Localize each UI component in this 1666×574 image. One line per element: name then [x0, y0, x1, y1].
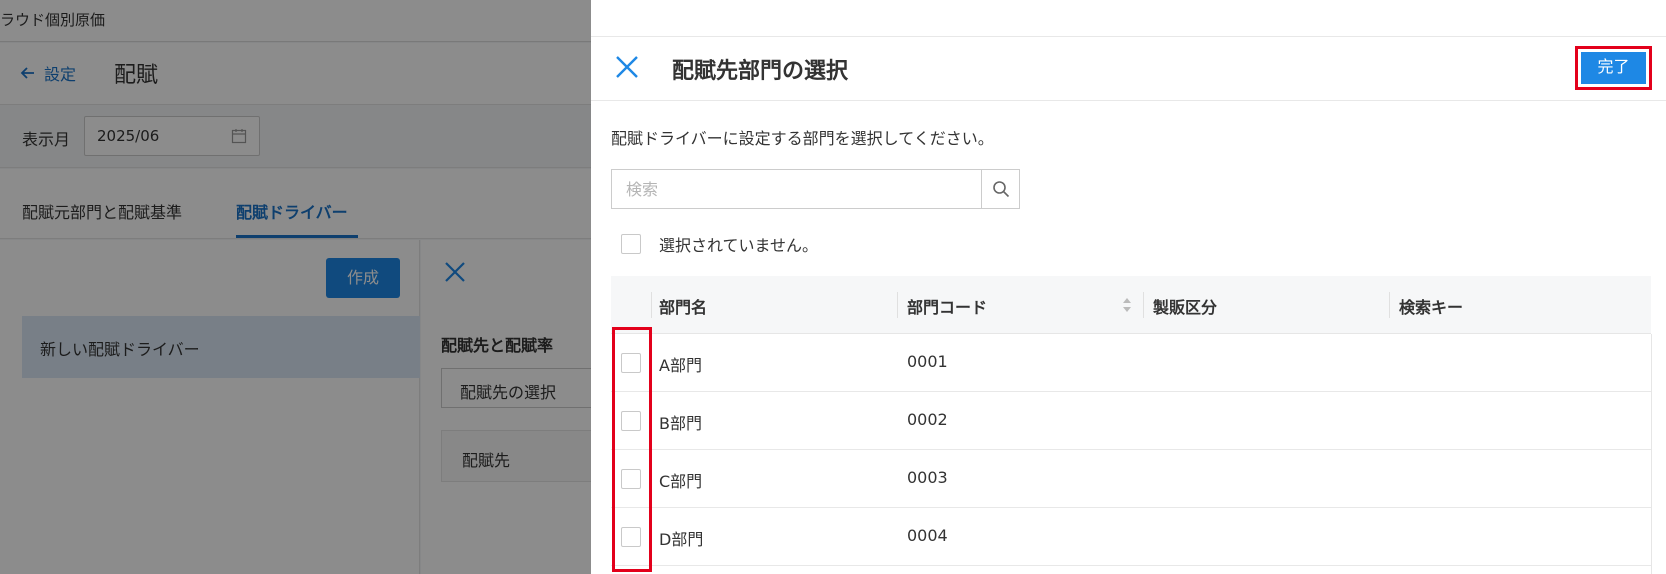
- close-icon[interactable]: [613, 53, 641, 81]
- search-icon: [992, 181, 1009, 198]
- department-code: 0003: [907, 468, 948, 487]
- column-separator: [897, 292, 898, 318]
- row-checkbox[interactable]: [621, 353, 641, 373]
- search-box: [611, 169, 1020, 209]
- sort-icon[interactable]: [1121, 296, 1133, 314]
- drawer-header: 配賦先部門の選択 完了: [591, 36, 1666, 101]
- table-right-border: [1651, 334, 1652, 574]
- done-button-highlight: 完了: [1575, 46, 1652, 90]
- column-separator: [1143, 292, 1144, 318]
- row-checkbox[interactable]: [621, 411, 641, 431]
- department-name: D部門: [659, 530, 704, 549]
- department-name: A部門: [659, 356, 702, 375]
- table-row[interactable]: C部門 0003: [611, 450, 1651, 508]
- department-name: C部門: [659, 472, 703, 491]
- drawer-title: 配賦先部門の選択: [672, 59, 849, 84]
- table-row[interactable]: B部門 0002: [611, 392, 1651, 450]
- table-row[interactable]: D部門 0004: [611, 508, 1651, 566]
- drawer-description: 配賦ドライバーに設定する部門を選択してください。: [611, 129, 994, 148]
- select-all-row: 選択されていません。: [621, 232, 818, 256]
- selection-status: 選択されていません。: [659, 236, 819, 255]
- department-code: 0001: [907, 352, 948, 371]
- row-checkbox[interactable]: [621, 527, 641, 547]
- department-name: B部門: [659, 414, 702, 433]
- column-header-search-key: 検索キー: [1399, 298, 1464, 317]
- table-row[interactable]: A部門 0001: [611, 334, 1651, 392]
- table-header: 部門名 部門コード 製販区分 検索キー: [611, 276, 1651, 334]
- column-header-type: 製販区分: [1153, 298, 1218, 317]
- department-code: 0002: [907, 410, 948, 429]
- department-code: 0004: [907, 526, 948, 545]
- department-table: 部門名 部門コード 製販区分 検索キー A部門 0001 B部門 0002 C部…: [611, 276, 1652, 574]
- done-button[interactable]: 完了: [1581, 52, 1646, 84]
- search-input[interactable]: [611, 169, 981, 209]
- search-button[interactable]: [981, 169, 1020, 209]
- column-separator: [1389, 292, 1390, 318]
- column-separator: [651, 292, 652, 318]
- column-header-code[interactable]: 部門コード: [907, 294, 987, 318]
- row-checkbox[interactable]: [621, 469, 641, 489]
- select-all-checkbox[interactable]: [621, 234, 641, 254]
- department-select-drawer: 配賦先部門の選択 完了 配賦ドライバーに設定する部門を選択してください。 選択さ…: [591, 0, 1666, 574]
- column-header-name: 部門名: [659, 298, 708, 317]
